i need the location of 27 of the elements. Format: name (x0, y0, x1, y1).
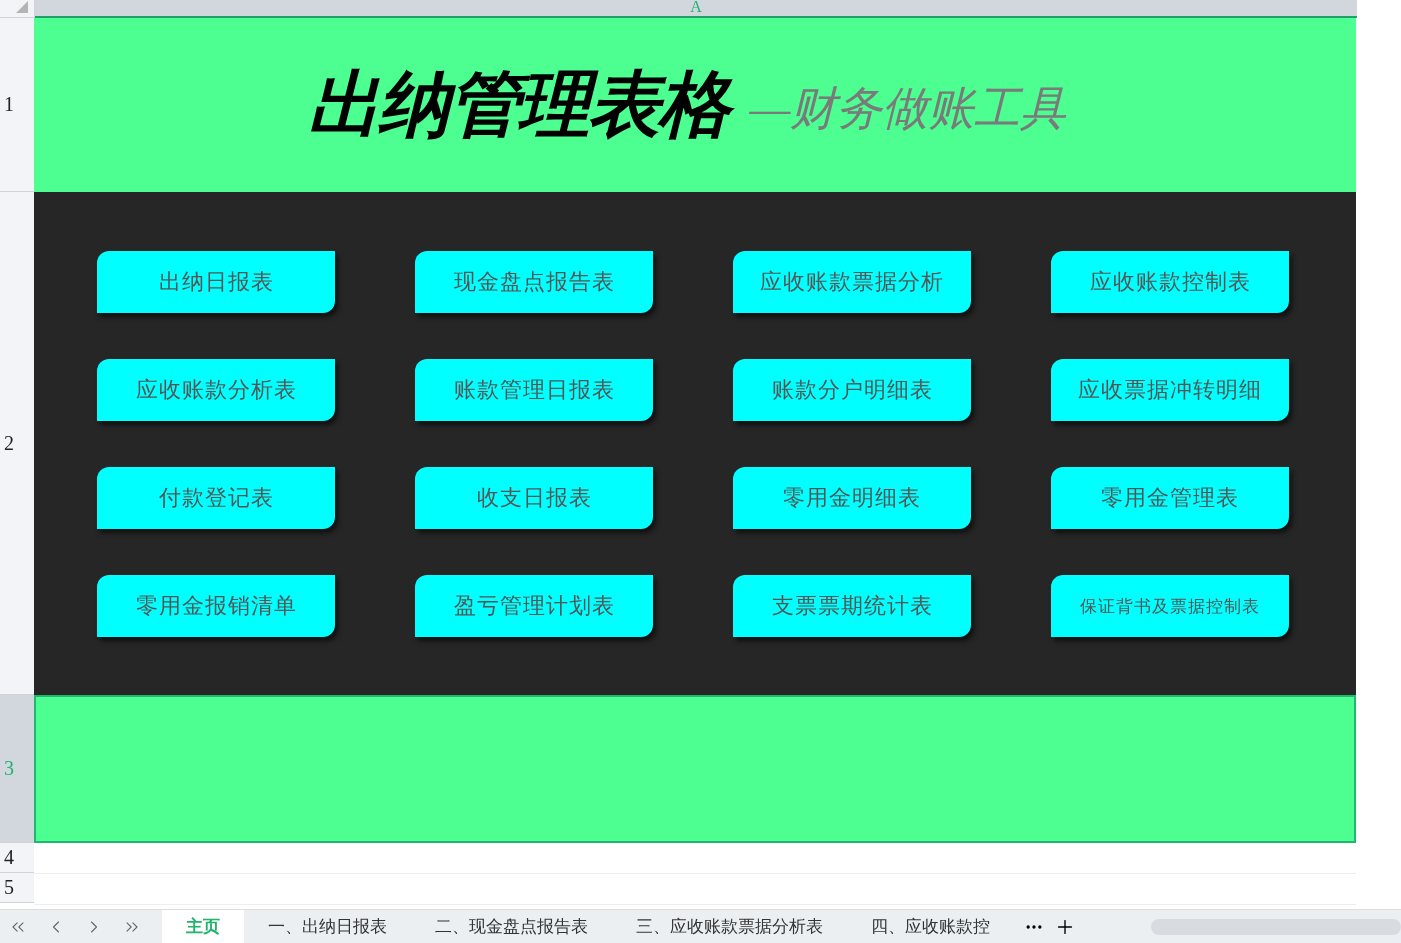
selected-cell[interactable] (34, 695, 1356, 843)
sheet-tab[interactable]: 一、出纳日报表 (244, 910, 411, 943)
row-header[interactable]: 2 (0, 192, 34, 695)
sheet-link-button[interactable]: 收支日报表 (415, 467, 653, 529)
sheet-link-button[interactable]: 保证背书及票据控制表 (1051, 575, 1289, 637)
sheet-link-button[interactable]: 零用金管理表 (1051, 467, 1289, 529)
sheet-link-button[interactable]: 账款管理日报表 (415, 359, 653, 421)
sheet-link-button[interactable]: 应收账款控制表 (1051, 251, 1289, 313)
sheet-link-button[interactable]: 支票票期统计表 (733, 575, 971, 637)
sheet-link-button[interactable]: 账款分户明细表 (733, 359, 971, 421)
sheet-link-button[interactable]: 零用金报销清单 (97, 575, 335, 637)
sheet-link-button[interactable]: 零用金明细表 (733, 467, 971, 529)
sheet-link-button[interactable]: 应收账款票据分析 (733, 251, 971, 313)
sheet-tab[interactable]: 二、现金盘点报告表 (411, 910, 612, 943)
sheet-subtitle: —财务做账工具 (749, 82, 1067, 136)
sheet-link-button[interactable]: 应收票据冲转明细 (1051, 359, 1289, 421)
row-header[interactable]: 5 (0, 873, 34, 903)
sheet-link-button[interactable]: 付款登记表 (97, 467, 335, 529)
sheet-title: 出纳管理表格 (303, 58, 742, 152)
sheet-tab[interactable]: 三、应收账款票据分析表 (612, 910, 847, 943)
sheet-link-button[interactable]: 出纳日报表 (97, 251, 335, 313)
sheet-link-button[interactable]: 盈亏管理计划表 (415, 575, 653, 637)
row-header[interactable]: 4 (0, 843, 34, 873)
sheet-link-button[interactable]: 应收账款分析表 (97, 359, 335, 421)
row-header[interactable]: 1 (0, 18, 34, 192)
sheet-link-button[interactable]: 现金盘点报告表 (415, 251, 653, 313)
sheet-tab[interactable]: 四、应收账款控 (847, 910, 1014, 943)
